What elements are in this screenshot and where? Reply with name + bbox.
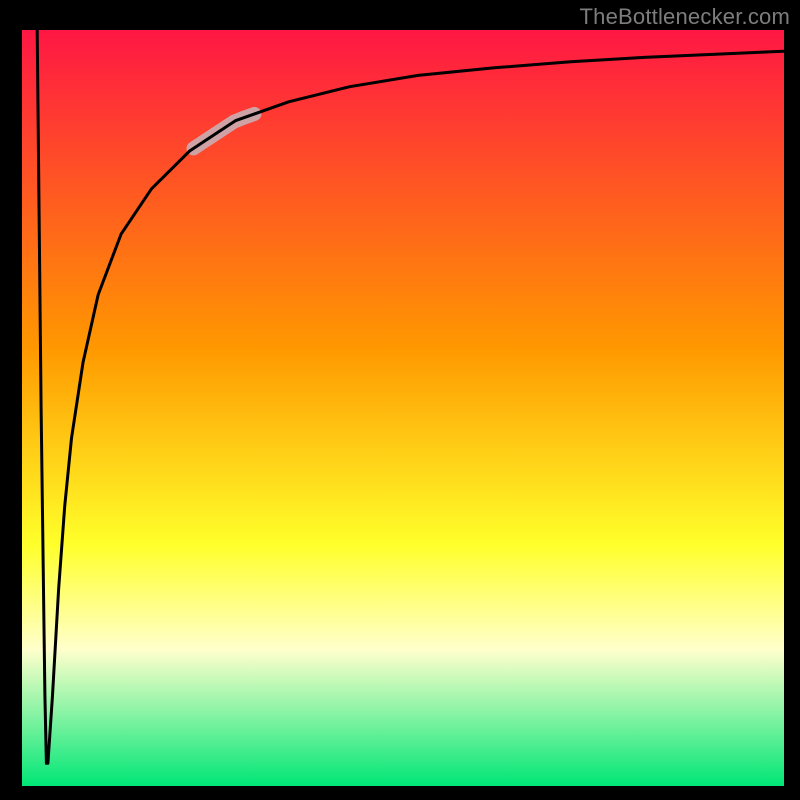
plot-svg xyxy=(22,30,784,786)
plot-background xyxy=(22,30,784,786)
chart-frame: TheBottlenecker.com xyxy=(0,0,800,800)
plot-area xyxy=(22,30,784,786)
attribution-label: TheBottlenecker.com xyxy=(580,4,790,30)
